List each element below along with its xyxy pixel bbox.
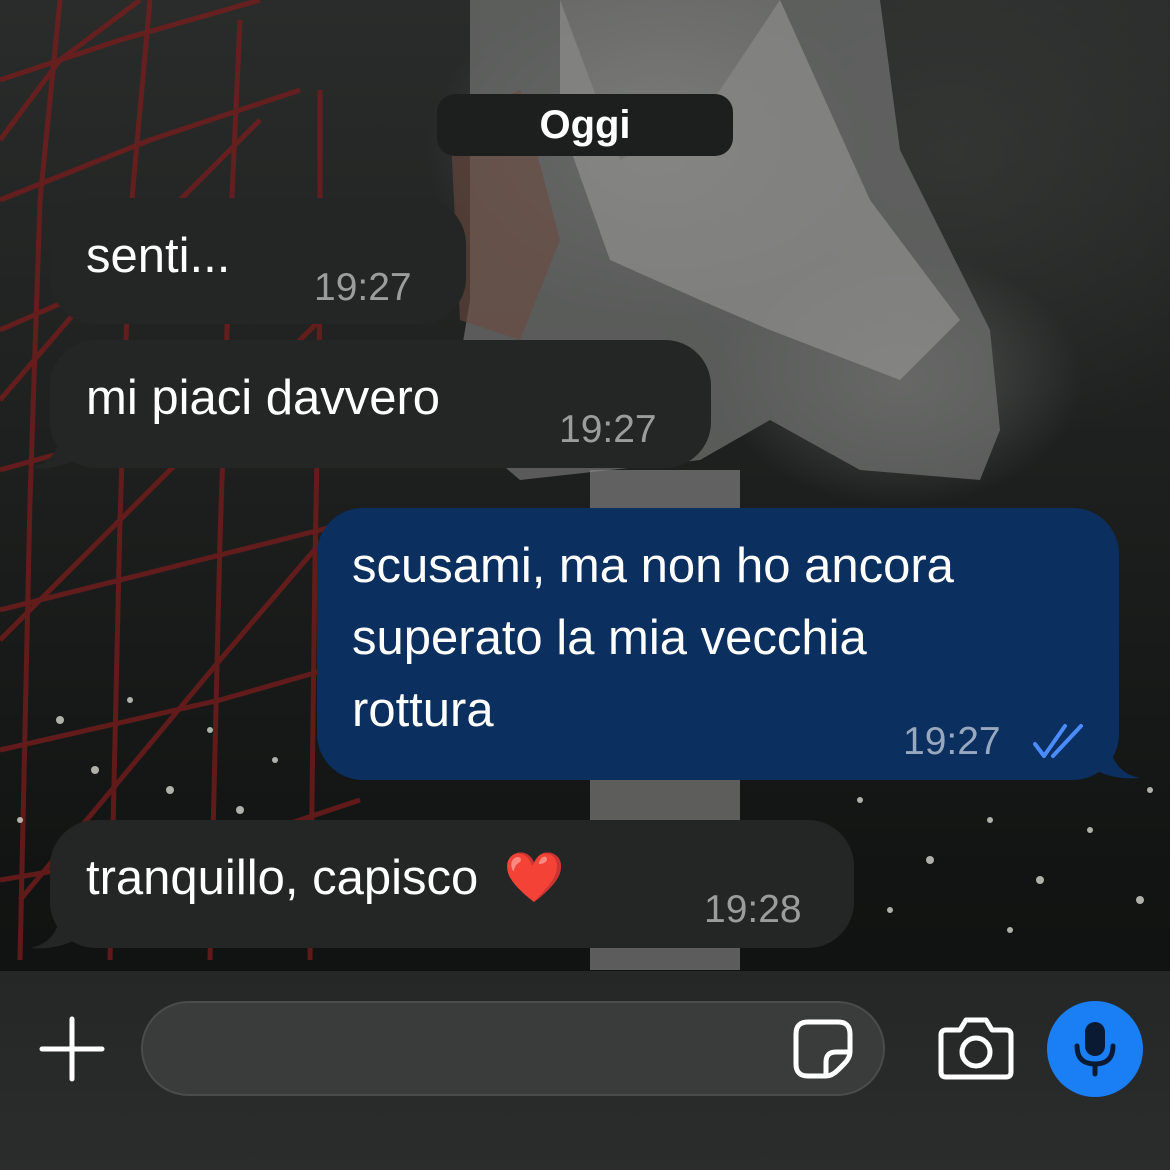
sticker-icon[interactable] xyxy=(792,1018,854,1080)
message-text-line: superato la mia vecchia xyxy=(352,611,867,665)
bubble-tail xyxy=(30,910,80,949)
heart-emoji: ❤️ xyxy=(503,851,565,905)
microphone-button[interactable] xyxy=(1047,1001,1143,1097)
read-receipt-icon xyxy=(1033,724,1083,758)
message-bubble-incoming[interactable]: tranquillo, capisco ❤️ 19:28 xyxy=(50,820,854,948)
message-text-line: scusami, ma non ho ancora xyxy=(352,539,954,593)
chat-screen: Oggi senti... 19:27 mi piaci davvero 19:… xyxy=(0,0,1170,1170)
message-bubble-incoming[interactable]: senti... 19:27 xyxy=(50,198,466,324)
message-text-line: rottura xyxy=(352,683,494,737)
microphone-icon xyxy=(1074,1022,1116,1077)
message-bubble-outgoing[interactable]: scusami, ma non ho ancora superato la mi… xyxy=(317,508,1119,780)
message-bubble-incoming[interactable]: mi piaci davvero 19:27 xyxy=(50,340,711,468)
message-time: 19:27 xyxy=(903,720,1001,763)
camera-icon[interactable] xyxy=(938,1016,1014,1080)
message-time: 19:27 xyxy=(314,266,412,309)
message-time: 19:27 xyxy=(559,408,657,451)
date-separator: Oggi xyxy=(437,94,733,156)
plus-icon[interactable] xyxy=(36,1013,108,1085)
message-input[interactable] xyxy=(141,1001,885,1096)
bubble-tail xyxy=(30,430,80,469)
message-text: senti... xyxy=(86,229,231,283)
bubble-tail xyxy=(1090,740,1140,779)
message-text: tranquillo, capisco ❤️ xyxy=(86,842,565,914)
message-text-body: tranquillo, capisco xyxy=(86,851,479,905)
message-time: 19:28 xyxy=(704,888,802,931)
message-text: mi piaci davvero xyxy=(86,371,441,425)
